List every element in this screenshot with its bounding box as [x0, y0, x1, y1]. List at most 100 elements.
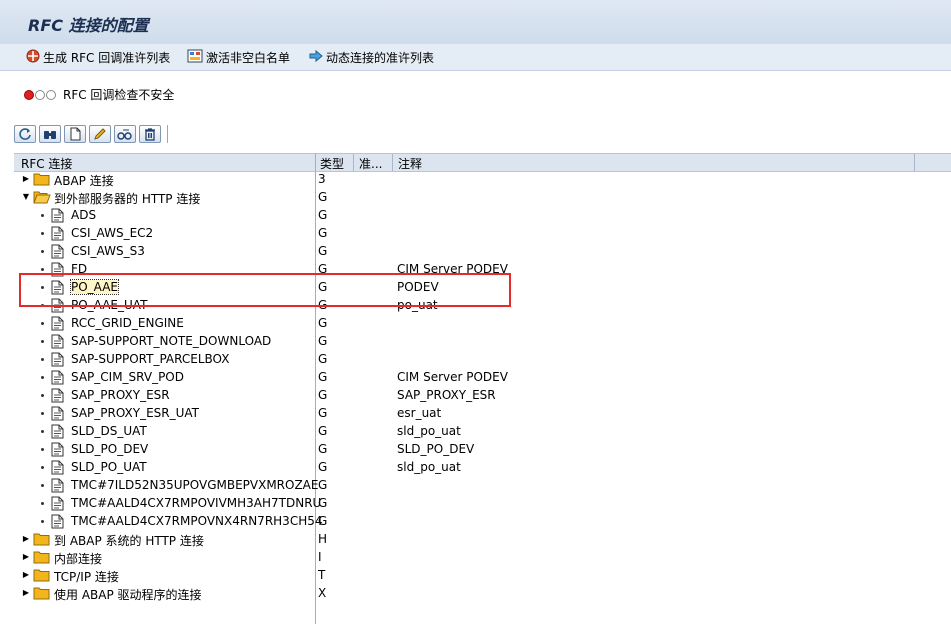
tree-connection-label[interactable]: SLD_DS_UAT: [71, 424, 147, 438]
tree-connection-label[interactable]: SLD_PO_UAT: [71, 460, 147, 474]
tree-folder-label[interactable]: TCP/IP 连接: [54, 568, 119, 585]
copy-button[interactable]: [114, 125, 136, 143]
tree-connection-row[interactable]: SLD_DS_UAT Gsld_po_uat: [0, 423, 951, 441]
tree-connection-row[interactable]: TMC#AALD4CX7RMPOVIVMH3AH7TDNRU G: [0, 495, 951, 513]
tree-connection-label[interactable]: TMC#AALD4CX7RMPOVIVMH3AH7TDNRU: [71, 496, 321, 510]
tree-leaf-bullet: [41, 232, 44, 235]
tree-leaf-bullet: [41, 448, 44, 451]
connection-comment-cell: esr_uat: [397, 406, 442, 420]
traffic-light-icon: [24, 89, 57, 100]
document-icon: [51, 244, 64, 262]
tree-folder-label[interactable]: 到外部服务器的 HTTP 连接: [54, 190, 200, 207]
generate-callback-list-button[interactable]: 生成 RFC 回调准许列表: [26, 49, 170, 65]
tree-leaf-bullet: [41, 322, 44, 325]
tree-connection-label[interactable]: TMC#AALD4CX7RMPOVNX4RN7RH3CH54: [71, 514, 322, 528]
delete-icon: [145, 128, 155, 141]
expand-arrow-icon[interactable]: ▶: [21, 533, 31, 545]
tree-connection-row[interactable]: SLD_PO_UAT Gsld_po_uat: [0, 459, 951, 477]
find-button[interactable]: [39, 125, 61, 143]
expand-arrow-icon[interactable]: ▶: [21, 551, 31, 563]
tree-leaf-bullet: [41, 358, 44, 361]
tree-connection-label[interactable]: CSI_AWS_S3: [71, 244, 145, 258]
generate-icon: [26, 49, 40, 66]
column-header-type[interactable]: 类型: [320, 155, 344, 172]
tree-connection-row[interactable]: TMC#AALD4CX7RMPOVNX4RN7RH3CH54 G: [0, 513, 951, 531]
tree-connection-label[interactable]: SAP_CIM_SRV_POD: [71, 370, 184, 384]
tree-folder-row[interactable]: ▶ 内部连接 I: [0, 549, 951, 567]
delete-button[interactable]: [139, 125, 161, 143]
tree-leaf-bullet: [41, 268, 44, 271]
document-icon: [51, 352, 64, 370]
tree-connection-label[interactable]: SAP_PROXY_ESR_UAT: [71, 406, 199, 420]
tree-leaf-bullet: [41, 340, 44, 343]
tree-connection-row[interactable]: SAP_CIM_SRV_POD G CIM Server PODEV: [0, 369, 951, 387]
connection-type-cell: G: [318, 334, 328, 348]
tree-folder-row[interactable]: ▼ 到外部服务器的 HTTP 连接 G: [0, 189, 951, 207]
document-icon: [51, 442, 64, 460]
create-button[interactable]: [64, 125, 86, 143]
connection-comment-cell: CIM Server PODEV: [397, 370, 508, 384]
document-icon: [51, 424, 64, 442]
document-icon: [51, 388, 64, 406]
document-icon: [51, 334, 64, 352]
callback-check-text: RFC 回调检查不安全: [63, 88, 175, 102]
tree-folder-row[interactable]: ▶ 到 ABAP 系统的 HTTP 连接 H: [0, 531, 951, 549]
tree-leaf-bullet: [41, 214, 44, 217]
create-icon: [70, 127, 81, 141]
tree-folder-row[interactable]: ▶ ABAP 连接 3: [0, 171, 951, 189]
refresh-button[interactable]: [14, 125, 36, 143]
tree-connection-label[interactable]: CSI_AWS_EC2: [71, 226, 153, 240]
collapse-arrow-icon[interactable]: ▼: [21, 191, 31, 203]
tree-connection-label[interactable]: TMC#7ILD52N35UPOVGMBEPVXMROZAE: [71, 478, 318, 492]
tree-connection-label[interactable]: ADS: [71, 208, 96, 222]
tree-connection-row[interactable]: SAP_PROXY_ESR G SAP_PROXY_ESR: [0, 387, 951, 405]
tree-connection-row[interactable]: SAP_PROXY_ESR_UAT Gesr_uat: [0, 405, 951, 423]
tree-connection-row[interactable]: ADS G: [0, 207, 951, 225]
document-icon: [51, 208, 64, 226]
document-icon: [51, 370, 64, 388]
column-header-name[interactable]: RFC 连接: [21, 155, 72, 172]
activate-whitelist-button[interactable]: 激活非空白名单: [187, 49, 290, 65]
tree-folder-label[interactable]: 内部连接: [54, 550, 102, 567]
connection-type-cell: G: [318, 352, 328, 366]
tree-folder-label[interactable]: 到 ABAP 系统的 HTTP 连接: [54, 532, 204, 549]
tree-connection-row[interactable]: TMC#7ILD52N35UPOVGMBEPVXMROZAE G: [0, 477, 951, 495]
tree-connection-row[interactable]: RCC_GRID_ENGINE G: [0, 315, 951, 333]
tree-folder-label[interactable]: ABAP 连接: [54, 172, 114, 189]
tree-folder-row[interactable]: ▶ TCP/IP 连接 T: [0, 567, 951, 585]
folder-icon: [33, 172, 51, 189]
page-title: RFC 连接的配置: [28, 16, 149, 35]
tree-connection-label[interactable]: SAP-SUPPORT_PARCELBOX: [71, 352, 229, 366]
column-header-accept[interactable]: 准...: [359, 155, 382, 172]
connection-type-cell: G: [318, 424, 328, 438]
tree-folder-label[interactable]: 使用 ABAP 驱动程序的连接: [54, 586, 202, 603]
tree-connection-row[interactable]: CSI_AWS_S3 G: [0, 243, 951, 261]
expand-arrow-icon[interactable]: ▶: [21, 173, 31, 185]
connection-type-cell: G: [318, 208, 328, 222]
connection-type-cell: G: [318, 370, 328, 384]
tree-connection-row[interactable]: CSI_AWS_EC2 G: [0, 225, 951, 243]
tree-connection-label[interactable]: RCC_GRID_ENGINE: [71, 316, 184, 330]
callback-check-status: RFC 回调检查不安全: [24, 86, 174, 103]
expand-arrow-icon[interactable]: ▶: [21, 569, 31, 581]
tree-connection-label[interactable]: SAP-SUPPORT_NOTE_DOWNLOAD: [71, 334, 271, 348]
folder-icon: [33, 586, 51, 603]
connection-type-cell: 3: [318, 172, 326, 186]
connection-type-cell: X: [318, 586, 327, 600]
tree-connection-label[interactable]: SLD_PO_DEV: [71, 442, 148, 456]
connection-type-cell: G: [318, 316, 328, 330]
expand-arrow-icon[interactable]: ▶: [21, 587, 31, 599]
edit-button[interactable]: [89, 125, 111, 143]
activate-icon: [187, 49, 203, 66]
dynamic-whitelist-button[interactable]: 动态连接的准许列表: [309, 49, 434, 65]
connection-type-cell: G: [318, 244, 328, 258]
tree-connection-row[interactable]: SAP-SUPPORT_PARCELBOX G: [0, 351, 951, 369]
connection-comment-cell: SAP_PROXY_ESR: [397, 388, 496, 402]
tree-header: RFC 连接 类型 准... 注释: [14, 153, 951, 172]
tree-connection-label[interactable]: SAP_PROXY_ESR: [71, 388, 170, 402]
tree-connection-row[interactable]: SLD_PO_DEV G SLD_PO_DEV: [0, 441, 951, 459]
tree-connection-row[interactable]: SAP-SUPPORT_NOTE_DOWNLOAD G: [0, 333, 951, 351]
tree-folder-row[interactable]: ▶ 使用 ABAP 驱动程序的连接 X: [0, 585, 951, 603]
edit-icon: [94, 128, 106, 140]
column-header-comment[interactable]: 注释: [398, 155, 422, 172]
